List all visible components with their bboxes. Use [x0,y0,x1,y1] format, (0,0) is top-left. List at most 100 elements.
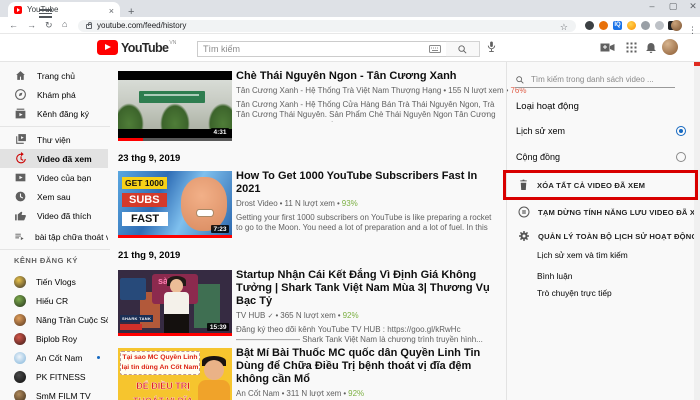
bookmark-star-icon[interactable] [560,17,568,35]
thumbnail-face [181,177,227,231]
video-thumbnail[interactable]: 4:31 [118,71,232,141]
playlist-icon [15,233,24,241]
channel-name[interactable]: Drost Video [236,199,278,208]
link-watch-search-history[interactable]: Lịch sử xem và tìm kiếm [537,250,628,260]
link-comments[interactable]: Bình luận [537,271,572,281]
sidebar-item-label: Video đã xem [37,153,92,164]
search-box[interactable] [197,41,447,57]
extension-icon-lightbulb[interactable] [627,21,636,30]
sidebar-channel[interactable]: Biplob Roy [0,329,108,348]
extension-icon-2[interactable] [599,21,608,30]
thumbnail-text: SUBS [122,193,167,207]
sidebar-item-home[interactable]: Trang chủ [0,66,108,85]
sidebar-item-your-videos[interactable]: Video của bạn [0,168,108,187]
youtube-logo-text: YouTube [121,41,169,55]
channel-label: An Cốt Nam [36,352,83,363]
youtube-logo[interactable]: YouTube VN [97,40,176,55]
sidebar-item-label: Trang chủ [37,70,75,81]
thumbnail-badge: SHARK TANK [120,315,154,322]
hamburger-menu-icon[interactable] [39,9,52,18]
extension-icon-1[interactable] [585,21,594,30]
radio-row-watch-history[interactable]: Lịch sử xem [516,126,686,136]
thumbnail-image [118,80,232,129]
channel-name[interactable]: An Cốt Nam [236,389,280,398]
window-maximize-button[interactable]: ▢ [666,1,680,12]
scrollbar-track[interactable] [694,34,700,400]
home-icon [16,71,25,80]
sidebar-channel[interactable]: SmM FILM TV [0,386,108,400]
sidebar-channel[interactable]: Hiếu CR [0,291,108,310]
radio-unselected-icon[interactable] [676,152,686,162]
history-search[interactable] [515,72,675,88]
omnibox[interactable]: youtube.com/feed/history [78,17,576,35]
sidebar-item-subscriptions[interactable]: Kênh đăng ký [0,104,108,123]
pause-watch-history-button[interactable]: TẠM DỪNG TÍNH NĂNG LƯU VIDEO ĐÃ XEM [518,206,700,218]
thumbnail-person [204,360,224,380]
video-title[interactable]: How To Get 1000 YouTube Subscribers Fast… [236,170,498,196]
watch-progress-bar [118,333,232,336]
create-video-icon[interactable] [600,42,615,53]
sidebar-item-label: bài tập chữa thoát vị ... [34,231,108,242]
thumbnail-text: FAST [122,212,169,226]
extension-icon-3[interactable] [641,21,650,30]
channel-name[interactable]: TV HUB [236,311,265,320]
video-title[interactable]: Startup Nhận Cái Kết Đắng Vì Định Giá Kh… [236,269,498,308]
user-avatar[interactable] [662,39,678,55]
thumbnail-person [164,292,189,316]
window-close-button[interactable]: ✕ [686,1,700,12]
home-nav-icon[interactable]: ⌂ [62,19,67,29]
date-group-header: 21 thg 9, 2019 [118,250,181,261]
manage-activity-button[interactable]: QUẢN LÝ TOÀN BỘ LỊCH SỬ HOẠT ĐỘNG [518,230,698,242]
video-title[interactable]: Bật Mí Bài Thuốc MC quốc dân Quyền Linh … [236,347,498,386]
apps-grid-icon[interactable] [626,42,637,53]
verified-badge-icon [268,312,274,320]
reload-icon[interactable]: ↻ [45,20,53,31]
link-live-chat[interactable]: Trò chuyện trực tiếp [537,288,612,298]
sidebar-channel[interactable]: An Cốt Nam [0,348,108,367]
duration-badge: 15:39 [207,323,229,331]
notifications-bell-icon[interactable] [645,41,657,54]
extension-icon-4[interactable] [655,21,664,30]
extension-icon-iq[interactable]: IQ [613,21,622,30]
sidebar-item-history[interactable]: Video đã xem [0,149,108,168]
browser-profile-avatar[interactable] [671,20,682,31]
sidebar-item-watch-later[interactable]: Xem sau [0,187,108,206]
like-ratio: 92% [342,310,359,320]
video-thumbnail[interactable]: sài g SHARK TANK 15:39 [118,270,232,336]
video-thumbnail[interactable]: GET 1000 SUBS FAST 7:23 [118,171,232,238]
video-title[interactable]: Chè Thái Nguyên Ngon - Tân Cương Xanh [236,70,498,83]
channel-avatar [14,389,26,400]
sidebar-item-explore[interactable]: Khám phá [0,85,108,104]
sidebar-item-playlist[interactable]: bài tập chữa thoát vị ... [0,227,108,246]
mic-icon[interactable] [486,40,497,53]
sidebar-channel[interactable]: Tiến Vlogs [0,272,108,291]
back-icon[interactable]: ← [9,20,18,30]
sidebar-item-library[interactable]: Thư viện [0,130,108,149]
search-button[interactable] [446,41,480,57]
radio-selected-icon[interactable] [676,126,686,136]
url-text[interactable]: youtube.com/feed/history [97,21,186,30]
video-info: Chè Thái Nguyên Ngon - Tân Cương Xanh Tâ… [236,70,526,122]
tab-close-icon[interactable] [109,1,114,19]
forward-icon[interactable]: → [27,20,36,30]
video-info: Startup Nhận Cái Kết Đắng Vì Định Giá Kh… [236,269,498,346]
video-thumbnail[interactable]: Tại sao MC Quyền Linh lại tin dùng An Cố… [118,348,232,400]
radio-row-community[interactable]: Cộng đồng [516,152,686,162]
search-input[interactable] [203,44,429,54]
sidebar-channel[interactable]: PK FITNESS [0,367,108,386]
sidebar-item-liked-videos[interactable]: Video đã thích [0,206,108,225]
browser-tab[interactable]: YouTube [8,2,120,17]
window-minimize-button[interactable]: – [645,1,659,11]
history-search-input[interactable] [531,75,661,84]
sidebar-channel[interactable]: Năng Trần Cuộc Sốn.. [0,310,108,329]
sidebar-divider [0,249,110,250]
like-ratio: 92% [348,388,365,398]
keyboard-icon[interactable] [429,45,441,53]
thumbnail-text: ĐỂ ĐIỀU TRỊ [136,381,190,391]
channel-name[interactable]: Tân Cương Xanh - Hệ Thống Trà Việt Nam T… [236,86,441,95]
youtube-region-label: VN [169,40,177,46]
channel-avatar [14,313,26,326]
thumbnail-decor [120,324,142,330]
channel-label: PK FITNESS [36,371,86,382]
channel-label: Năng Trần Cuộc Sốn.. [36,314,108,325]
